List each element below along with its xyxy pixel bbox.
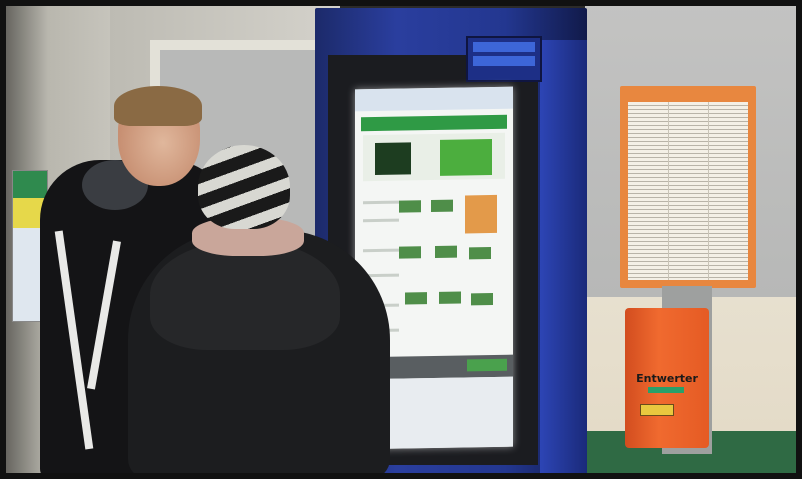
thumbnail [471, 292, 493, 306]
validator-label: Entwerter [636, 372, 698, 385]
kiosk-top-sign [466, 36, 542, 82]
thumbnail [439, 291, 461, 304]
website-header [361, 114, 507, 132]
banner-image-left [375, 142, 411, 176]
banner-image-right [440, 138, 492, 176]
validator-indicator [648, 387, 684, 393]
woman-striped-hat [198, 145, 290, 229]
thumbnail [431, 199, 453, 213]
thumbnail [399, 200, 421, 213]
timetable-column-rule [668, 102, 669, 280]
text-line [363, 218, 399, 223]
woman-hood [150, 240, 340, 350]
thumbnail [399, 246, 421, 259]
timetable-sheet [628, 102, 748, 280]
man-hair [114, 86, 202, 126]
timetable-column-rule [708, 102, 709, 280]
ticket-slot[interactable] [640, 404, 674, 416]
photo-scene: Entwerter [0, 0, 802, 479]
thumbnail [435, 245, 457, 258]
orange-ad [465, 194, 497, 234]
text-line [363, 248, 399, 253]
text-line [363, 200, 399, 205]
browser-toolbar [355, 86, 513, 112]
footer-logo [467, 358, 507, 372]
thumbnail [405, 292, 427, 305]
kiosk-side-panel [540, 40, 587, 479]
thumbnail [469, 247, 491, 260]
